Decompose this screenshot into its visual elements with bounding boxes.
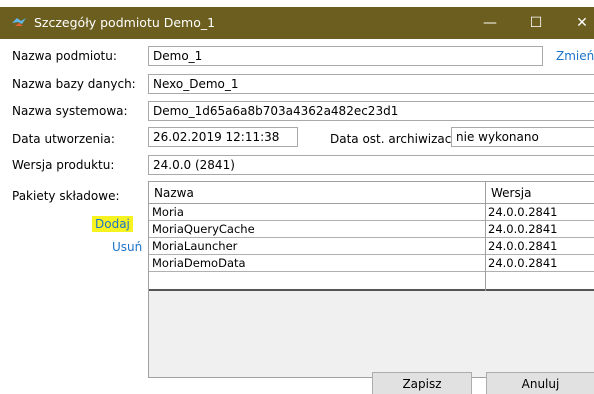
- wersja-produktu-label: Wersja produktu:: [12, 158, 115, 172]
- nazwa-podmiotu-field[interactable]: Demo_1: [148, 46, 543, 66]
- data-utworzenia-field[interactable]: 26.02.2019 12:11:38: [148, 127, 298, 147]
- window-title: Szczegóły podmiotu Demo_1: [34, 15, 216, 30]
- table-row[interactable]: MoriaDemoData 24.0.0.2841: [149, 255, 594, 272]
- package-version: 24.0.0.2841: [488, 205, 558, 219]
- cancel-button[interactable]: Anuluj: [486, 372, 594, 394]
- column-header-wersja[interactable]: Wersja: [491, 186, 531, 200]
- column-header-nazwa[interactable]: Nazwa: [154, 186, 194, 200]
- nazwa-podmiotu-label: Nazwa podmiotu:: [12, 49, 117, 63]
- package-name: Moria: [152, 205, 184, 219]
- wersja-produktu-field[interactable]: 24.0.0 (2841): [148, 155, 594, 175]
- save-button[interactable]: Zapisz: [372, 372, 472, 394]
- nazwa-systemowa-label: Nazwa systemowa:: [12, 104, 128, 118]
- maximize-icon[interactable]: ☐: [526, 13, 546, 33]
- package-version: 24.0.0.2841: [488, 222, 558, 236]
- table-row[interactable]: MoriaLauncher 24.0.0.2841: [149, 238, 594, 255]
- nazwa-bazy-field[interactable]: Nexo_Demo_1: [148, 74, 594, 94]
- zmien-link[interactable]: Zmień.: [556, 49, 594, 63]
- column-divider: [485, 182, 486, 291]
- app-logo-icon: [12, 18, 26, 26]
- pakiety-label: Pakiety składowe:: [12, 189, 120, 203]
- nazwa-systemowa-field[interactable]: Demo_1d65a6a8b703a4362a482ec23d1: [148, 101, 594, 121]
- data-utworzenia-label: Data utworzenia:: [12, 132, 115, 146]
- package-name: MoriaQueryCache: [152, 222, 255, 236]
- table-row[interactable]: MoriaQueryCache 24.0.0.2841: [149, 221, 594, 238]
- packages-grid[interactable]: Nazwa Wersja Moria 24.0.0.2841 MoriaQuer…: [148, 181, 594, 378]
- data-archiwizacji-label: Data ost. archiwizacji:: [330, 132, 463, 146]
- new-row[interactable]: [149, 272, 594, 291]
- window-titlebar[interactable]: Szczegóły podmiotu Demo_1 — ☐ ✕: [0, 7, 594, 39]
- grid-header: Nazwa Wersja: [149, 182, 594, 204]
- package-name: MoriaLauncher: [152, 239, 238, 253]
- close-icon[interactable]: ✕: [572, 13, 592, 33]
- dodaj-link[interactable]: Dodaj: [92, 216, 133, 232]
- nazwa-bazy-label: Nazwa bazy danych:: [12, 77, 136, 91]
- usun-link[interactable]: Usuń: [112, 240, 142, 254]
- package-version: 24.0.0.2841: [488, 239, 558, 253]
- package-version: 24.0.0.2841: [488, 256, 558, 270]
- data-archiwizacji-field[interactable]: nie wykonano: [451, 127, 594, 147]
- package-name: MoriaDemoData: [152, 256, 246, 270]
- table-row[interactable]: Moria 24.0.0.2841: [149, 204, 594, 221]
- minimize-icon[interactable]: —: [480, 13, 500, 33]
